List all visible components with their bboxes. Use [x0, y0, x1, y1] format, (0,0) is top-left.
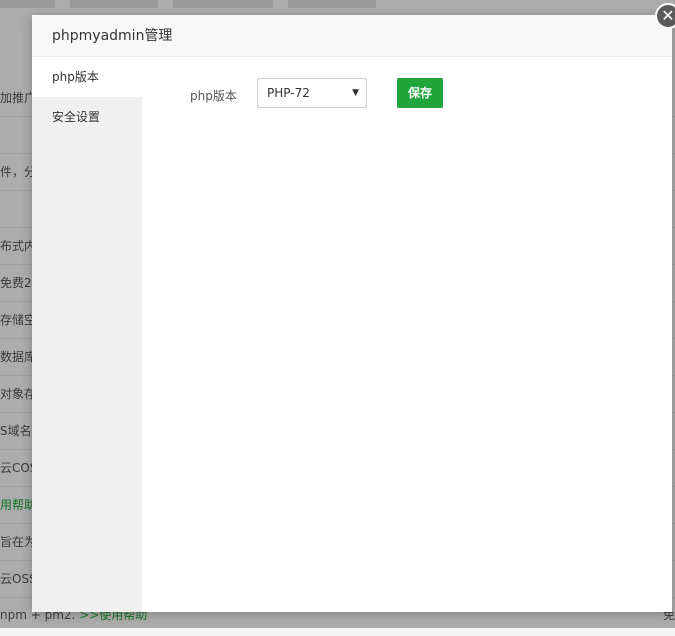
tab-security-settings[interactable]: 安全设置 [32, 97, 142, 137]
close-button[interactable]: ✕ [655, 3, 675, 29]
tab-label: php版本 [52, 70, 99, 84]
php-version-label: php版本 [190, 89, 237, 103]
tab-label: 安全设置 [52, 110, 101, 124]
dialog-content: php版本 PHP-72 ▼ 保存 [142, 57, 672, 612]
php-version-value: PHP-72 [267, 86, 310, 100]
caret-down-icon: ▼ [352, 88, 359, 98]
close-icon: ✕ [661, 6, 675, 25]
dialog-header: phpmyadmin管理 [32, 15, 672, 57]
dialog-title: phpmyadmin管理 [52, 28, 173, 44]
save-button[interactable]: 保存 [397, 78, 443, 108]
dialog-sidebar: php版本 安全设置 [32, 57, 142, 612]
tab-php-version[interactable]: php版本 [32, 57, 142, 97]
phpmyadmin-dialog: phpmyadmin管理 php版本 安全设置 php版本 PHP-72 ▼ 保… [32, 15, 672, 612]
php-version-select[interactable]: PHP-72 ▼ [257, 78, 367, 108]
